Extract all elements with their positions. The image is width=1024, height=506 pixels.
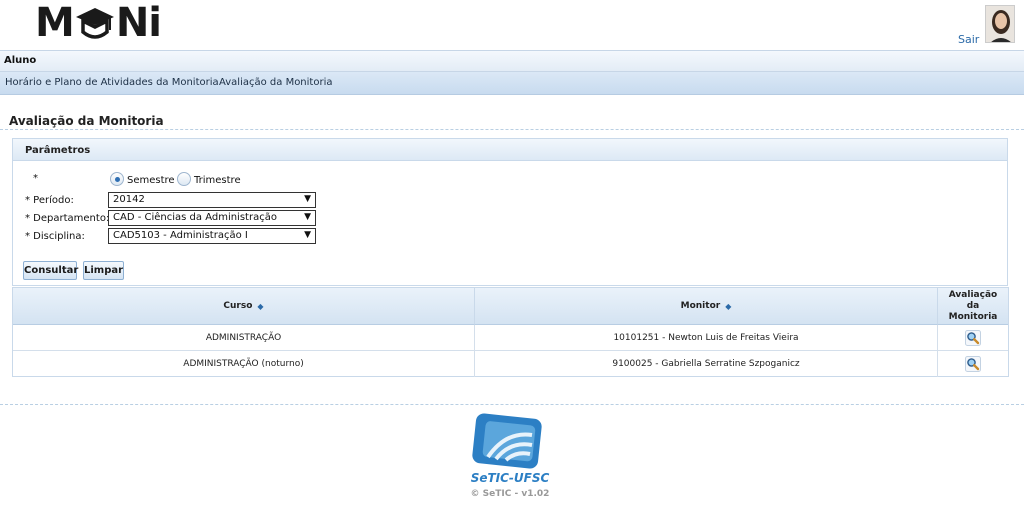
disciplina-value: CAD5103 - Administração I (113, 230, 248, 241)
menu-item-horario[interactable]: Horário e Plano de Atividades da Monitor… (5, 77, 219, 88)
logo-text-right: Ni (115, 0, 162, 46)
footer-org-name: SeTIC-UFSC (470, 471, 550, 485)
page-title: Avaliação da Monitoria (9, 114, 164, 128)
column-header-monitor[interactable]: Monitor ◆ (475, 288, 938, 325)
table-cell-avaliacao (938, 351, 1008, 377)
menu-bar: Horário e Plano de Atividades da Monitor… (0, 72, 1024, 95)
periodo-value: 20142 (113, 194, 145, 205)
dropdown-arrow-icon: ▼ (304, 212, 311, 222)
setic-logo-icon (472, 413, 542, 469)
sort-icon[interactable]: ◆ (257, 302, 263, 311)
sort-icon[interactable]: ◆ (725, 302, 731, 311)
column-header-avaliacao: Avaliação da Monitoria (938, 288, 1008, 325)
radio-trimestre-label[interactable]: Trimestre (194, 175, 241, 186)
dropdown-arrow-icon: ▼ (304, 230, 311, 240)
departamento-label: * Departamento: (25, 213, 110, 224)
disciplina-label: * Disciplina: (25, 231, 85, 242)
column-header-curso[interactable]: Curso ◆ (13, 288, 475, 325)
disciplina-select[interactable]: CAD5103 - Administração I ▼ (108, 228, 316, 244)
title-divider (0, 129, 1024, 130)
menu-item-avaliacao[interactable]: Avaliação da Monitoria (219, 77, 332, 88)
departamento-value: CAD - Ciências da Administração (113, 212, 277, 223)
user-photo-icon (986, 6, 1014, 42)
graduation-cap-icon (75, 8, 114, 39)
radio-semestre[interactable] (110, 172, 124, 186)
magnifier-icon[interactable] (965, 329, 981, 346)
table-cell-curso: ADMINISTRAÇÃO (noturno) (13, 351, 475, 377)
periodo-select[interactable]: 20142 ▼ (108, 192, 316, 208)
column-header-monitor-label: Monitor (680, 301, 721, 311)
table-cell-curso: ADMINISTRAÇÃO (13, 325, 475, 351)
footer-divider (0, 404, 1024, 405)
radio-semestre-label[interactable]: Semestre (127, 175, 175, 186)
magnifier-icon[interactable] (965, 356, 981, 372)
moni-logo: M Ni (35, 0, 162, 46)
menu-section-header: Aluno (0, 50, 1024, 72)
parameters-title: Parâmetros (25, 145, 91, 156)
dropdown-arrow-icon: ▼ (304, 194, 311, 204)
parameters-panel: Parâmetros * Semestre Trimestre * Períod… (12, 138, 1008, 286)
column-header-curso-label: Curso (223, 301, 253, 311)
radio-trimestre[interactable] (177, 172, 191, 186)
logo-text-left: M (35, 0, 75, 46)
parameters-header: Parâmetros (13, 139, 1007, 161)
logout-link[interactable]: Sair (958, 33, 979, 46)
type-required-label: * (33, 173, 38, 184)
footer-version: © SeTIC - v1.02 (470, 489, 550, 499)
periodo-label: * Período: (25, 195, 74, 206)
user-avatar (985, 5, 1015, 43)
top-bar: M Ni Sair (0, 0, 1024, 48)
results-table: Curso ◆ Monitor ◆ Avaliação da Monitoria… (12, 287, 1009, 377)
limpar-button[interactable]: Limpar (83, 261, 124, 280)
column-header-avaliacao-label: Avaliação da Monitoria (948, 289, 998, 322)
menu-section-title: Aluno (4, 55, 37, 66)
table-cell-avaliacao (938, 325, 1008, 351)
table-cell-monitor: 9100025 - Gabriella Serratine Szpoganicz (475, 351, 938, 377)
table-cell-monitor: 10101251 - Newton Luis de Freitas Vieira (475, 325, 938, 351)
departamento-select[interactable]: CAD - Ciências da Administração ▼ (108, 210, 316, 226)
consultar-button[interactable]: Consultar (23, 261, 78, 280)
